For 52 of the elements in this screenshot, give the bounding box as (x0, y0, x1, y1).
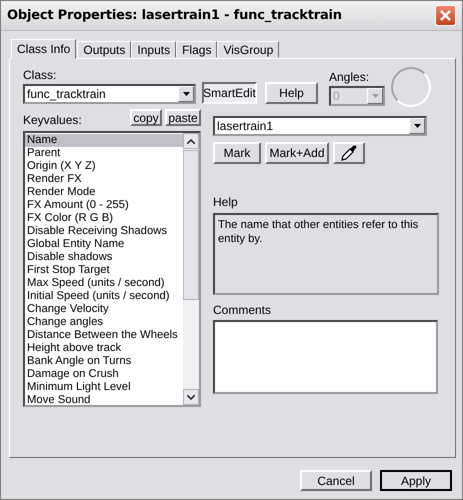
apply-button[interactable]: Apply (380, 470, 452, 491)
class-label: Class: (23, 68, 58, 82)
list-item[interactable]: Distance Between the Wheels (25, 329, 183, 342)
list-item[interactable]: Origin (X Y Z) (25, 160, 183, 173)
caret-icon (372, 94, 378, 98)
tab[interactable]: Class Info (11, 39, 76, 59)
tab[interactable]: VisGroup (217, 41, 280, 58)
list-item[interactable]: Initial Speed (units / second) (25, 290, 183, 303)
help-text: The name that other entities refer to this entity by. (213, 213, 439, 295)
list-item[interactable]: FX Color (R G B) (25, 212, 183, 225)
class-dropdown[interactable]: func_tracktrain (23, 84, 196, 104)
list-item[interactable]: Height above track (25, 342, 183, 355)
list-item[interactable]: Bank Angle on Turns (25, 355, 183, 368)
list-item[interactable]: Disable shadows (25, 251, 183, 264)
list-item[interactable]: First Stop Target (25, 264, 183, 277)
tab[interactable]: Inputs (131, 41, 176, 58)
tab[interactable]: Outputs (77, 41, 132, 58)
angles-label: Angles: (329, 70, 370, 84)
caret-icon (182, 92, 190, 96)
help-button[interactable]: Help (265, 82, 318, 104)
list-item[interactable]: Minimum Light Level (25, 381, 183, 394)
list-item[interactable]: Damage on Crush (25, 368, 183, 381)
list-item[interactable]: Render Mode (25, 186, 183, 199)
list-item[interactable]: Parent (25, 147, 183, 160)
cancel-button[interactable]: Cancel (300, 470, 372, 491)
close-icon (439, 9, 452, 22)
keyvalues-label: Keyvalues: (23, 113, 82, 127)
list-item[interactable]: Max Speed (units / second) (25, 277, 183, 290)
scrollbar[interactable] (183, 133, 199, 405)
help-label: Help (213, 195, 239, 209)
tab[interactable]: Flags (176, 41, 218, 58)
list-item[interactable]: Change Velocity (25, 303, 183, 316)
list-item[interactable]: Disable Receiving Shadows (25, 225, 183, 238)
mark-button[interactable]: Mark+Add (265, 142, 329, 164)
list-item[interactable]: Move Sound (25, 394, 183, 405)
mark-button[interactable]: Mark (213, 142, 261, 164)
list-item[interactable]: Render FX (25, 173, 183, 186)
close-button[interactable] (435, 5, 456, 26)
comments-label: Comments (213, 303, 272, 317)
window-title: Object Properties: lasertrain1 - func_tracktrain (7, 8, 342, 23)
eyedropper-icon (340, 144, 358, 162)
smartedit-button[interactable]: SmartEdit (202, 82, 257, 104)
list-item[interactable]: Global Entity Name (25, 238, 183, 251)
eyedropper-button[interactable] (333, 142, 365, 164)
list-item[interactable]: FX Amount (0 - 255) (25, 199, 183, 212)
copy-button[interactable]: copy (130, 109, 162, 126)
comments-field[interactable] (213, 320, 438, 394)
paste-button[interactable]: paste (165, 109, 201, 126)
value-dropdown[interactable]: lasertrain1 (213, 116, 427, 136)
list-item[interactable]: Change angles (25, 316, 183, 329)
caret-icon (414, 124, 420, 128)
list-item[interactable]: Name (25, 134, 183, 147)
